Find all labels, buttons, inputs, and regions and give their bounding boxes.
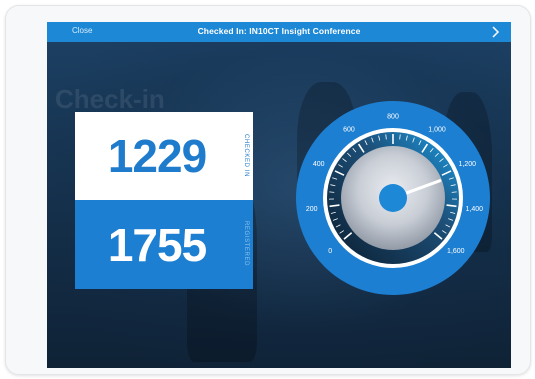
checkin-gauge: 0 200 400 600 800 1,000 1,200 1,400 1,600: [296, 101, 490, 295]
registered-card: 1755 REGISTERED: [75, 200, 253, 289]
page-title: Checked In: IN10CT Insight Conference: [197, 26, 361, 36]
checked-in-count: 1229: [107, 130, 207, 182]
chevron-right-icon[interactable]: [489, 25, 501, 39]
gauge-tick-label: 200: [306, 206, 318, 213]
background-sign-text: Check-in: [55, 84, 165, 114]
stats-panel: 1229 CHECKED IN 1755 REGISTERED: [75, 112, 253, 289]
gauge-tick-label: 800: [387, 114, 399, 121]
registered-count: 1755: [107, 219, 207, 271]
gauge-tick-label: 1,200: [459, 161, 477, 168]
gauge-hub: [379, 184, 407, 212]
gauge-tick-label: 1,600: [447, 248, 465, 255]
gauge-minor-tick: [399, 134, 401, 140]
gauge-tick-label: 600: [343, 126, 355, 133]
gauge-tick-label: 0: [328, 248, 332, 255]
gauge-tick-label: 400: [313, 161, 325, 168]
app-screen: Close Checked In: IN10CT Insight Confere…: [47, 22, 511, 368]
gauge-tick-label: 1,000: [428, 126, 446, 133]
registered-label: REGISTERED: [243, 221, 249, 267]
gauge-tick-label: 1,400: [466, 206, 484, 213]
tablet-frame: Close Checked In: IN10CT Insight Confere…: [5, 5, 531, 375]
top-bar: Close Checked In: IN10CT Insight Confere…: [47, 22, 511, 42]
checked-in-card: 1229 CHECKED IN: [75, 112, 253, 200]
checked-in-label: CHECKED IN: [243, 134, 249, 178]
gauge-minor-tick: [385, 134, 387, 140]
